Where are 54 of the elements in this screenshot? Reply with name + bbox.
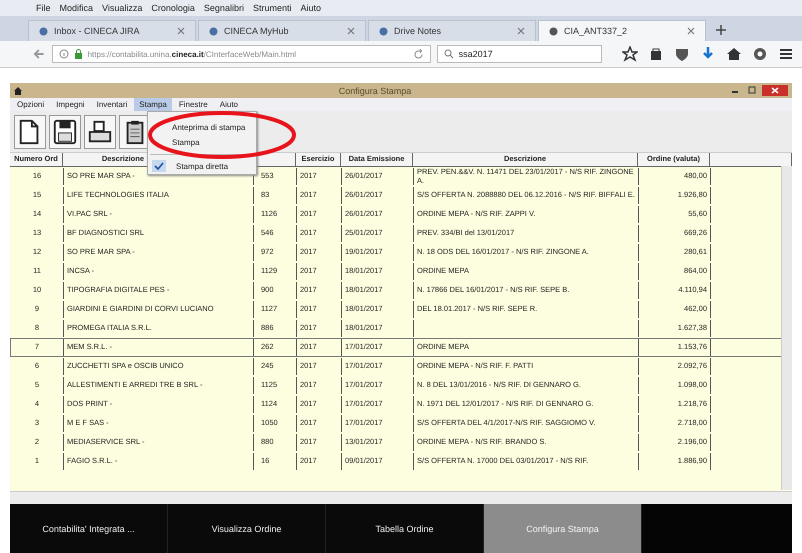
close-icon[interactable] <box>347 27 355 35</box>
page-icon <box>549 26 558 36</box>
search-field[interactable]: ssa2017 <box>436 45 602 63</box>
menu-item[interactable]: Anteprima di stampa <box>172 123 246 132</box>
menu-item[interactable]: Strumenti <box>252 3 292 13</box>
close-icon[interactable] <box>762 85 788 96</box>
menu-icon[interactable] <box>778 46 794 62</box>
menu-item[interactable]: Aiuto <box>300 3 321 13</box>
menu-item[interactable]: Impegni <box>51 98 90 111</box>
horizontal-scrollbar[interactable] <box>10 491 792 504</box>
menu-item[interactable]: Modifica <box>60 3 94 13</box>
menu-item[interactable]: Aiuto <box>214 98 243 111</box>
printer-button[interactable] <box>84 114 116 148</box>
star-icon[interactable] <box>622 46 638 62</box>
close-icon[interactable] <box>177 27 185 35</box>
taskbar-button[interactable]: Tabella Ordine <box>326 504 484 553</box>
info-icon[interactable] <box>58 49 69 59</box>
home-icon[interactable] <box>726 46 742 62</box>
menu-item[interactable]: Stampa <box>172 138 200 147</box>
menu-item[interactable]: Opzioni <box>12 98 50 111</box>
bag-icon[interactable] <box>648 46 664 62</box>
lock-icon[interactable] <box>74 49 83 59</box>
taskbar-button[interactable]: Contabilita' Integrata ... <box>10 504 168 553</box>
menu-item[interactable]: Cronologia <box>151 3 195 13</box>
menu-item[interactable]: Finestre <box>174 98 213 111</box>
menu-item[interactable]: Inventari <box>92 98 132 111</box>
address-field[interactable]: https://contabilita.unina.cineca.it/CInterfaceWeb/Main.html <box>52 45 431 63</box>
browser-tab[interactable]: CIA_ANT337_2 <box>538 20 706 41</box>
home-icon[interactable] <box>14 86 22 94</box>
reload-icon[interactable] <box>412 48 424 60</box>
search-icon <box>444 49 454 59</box>
close-icon[interactable] <box>517 27 525 35</box>
gear-icon[interactable] <box>752 46 768 62</box>
vertical-scrollbar[interactable] <box>781 166 792 490</box>
checkmark-icon[interactable] <box>152 160 166 172</box>
window-title: Configura Stampa <box>338 86 412 96</box>
browser-tab[interactable]: CINECA MyHub <box>198 20 366 41</box>
back-arrow-icon[interactable] <box>32 47 46 61</box>
page-icon <box>39 26 48 36</box>
close-icon[interactable] <box>687 27 695 35</box>
save-button[interactable] <box>49 114 81 148</box>
menu-item[interactable]: Segnalibri <box>204 3 244 13</box>
shield-icon[interactable] <box>674 46 690 62</box>
taskbar-button[interactable]: Visualizza Ordine <box>168 504 326 553</box>
browser-tab[interactable]: Drive Notes <box>368 20 536 41</box>
menu-item[interactable]: Stampa diretta <box>176 162 228 170</box>
menu-item[interactable]: File <box>36 3 51 13</box>
menu-item[interactable]: Visualizza <box>102 3 142 13</box>
page-icon <box>379 26 388 36</box>
browser-tab[interactable]: Inbox - CINECA JIRA <box>28 20 196 41</box>
new-tab-icon[interactable] <box>716 25 726 35</box>
menu-item[interactable]: Stampa <box>134 98 172 111</box>
page-icon <box>209 26 218 36</box>
new-document-button[interactable] <box>14 114 46 148</box>
